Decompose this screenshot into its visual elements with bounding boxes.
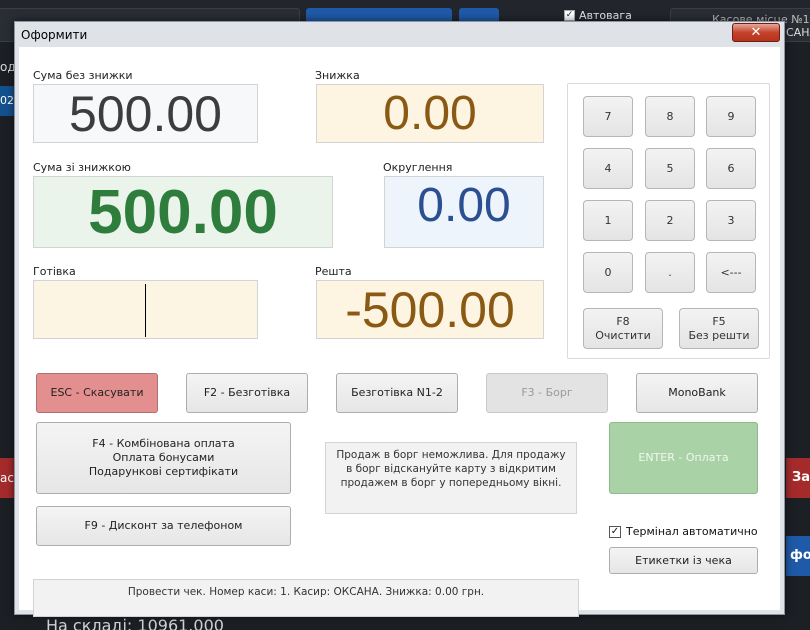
terminal-auto-checkbox[interactable]: ✓	[609, 525, 621, 538]
text-cursor	[145, 284, 146, 337]
key-2[interactable]: 2	[645, 200, 695, 241]
no-change-button-key: F5	[712, 314, 726, 328]
receipt-labels-button[interactable]: Етикетки із чека	[609, 547, 758, 574]
monobank-button[interactable]: MonoBank	[636, 373, 758, 413]
key-4[interactable]: 4	[583, 148, 633, 189]
terminal-auto-label: Термінал автоматично	[626, 525, 758, 538]
numeric-keypad: 7 8 9 4 5 6 1 2 3 0 . <--- F8 Очистити F…	[567, 83, 770, 359]
discount-field: 0.00	[316, 84, 544, 143]
clear-button[interactable]: F8 Очистити	[583, 308, 663, 349]
cash-input[interactable]	[33, 280, 258, 339]
status-message: Провести чек. Номер каси: 1. Касир: ОКСА…	[33, 579, 579, 617]
app-right-red: За	[786, 458, 810, 498]
dialog-titlebar[interactable]: Оформити ✕	[15, 22, 784, 47]
bonus-payment-label: Оплата бонусами	[112, 451, 215, 464]
cash-label: Готівка	[33, 265, 76, 278]
app-kasa-user: САНА	[786, 26, 810, 39]
gift-certificates-label: Подарункові сертифікати	[88, 465, 239, 478]
app-left-red: ас	[0, 458, 14, 498]
clear-button-key: F8	[616, 314, 630, 328]
sum-no-discount-value: 500.00	[69, 85, 222, 142]
checkout-dialog: Оформити ✕ Сума без знижки 500.00 Знижка…	[14, 21, 785, 617]
rounding-value: 0.00	[417, 178, 511, 232]
app-left-blue: 02	[0, 86, 14, 116]
combined-payment-button[interactable]: F4 - Комбінована оплата Оплата бонусами …	[36, 422, 291, 494]
key-3[interactable]: 3	[706, 200, 756, 241]
key-6[interactable]: 6	[706, 148, 756, 189]
debt-info-message: Продаж в борг неможлива. Для продажу в б…	[325, 442, 577, 514]
key-dot[interactable]: .	[645, 252, 695, 293]
debt-button[interactable]: F3 - Борг	[486, 373, 608, 413]
dialog-content: Сума без знижки 500.00 Знижка 0.00 Сума …	[19, 47, 780, 617]
sum-no-discount-field: 500.00	[33, 84, 258, 143]
sum-with-discount-label: Сума зі знижкою	[33, 161, 131, 174]
rounding-label: Округлення	[383, 161, 453, 174]
sum-with-discount-value: 500.00	[88, 177, 278, 247]
app-stock-text: На складі: 10961.000	[46, 616, 224, 630]
key-9[interactable]: 9	[706, 96, 756, 137]
combined-payment-label: F4 - Комбінована оплата	[92, 437, 235, 450]
app-right-blue: фо	[786, 536, 810, 576]
noncash-n12-button[interactable]: Безготівка N1-2	[336, 373, 458, 413]
no-change-button-label: Без решти	[688, 328, 750, 342]
no-change-button[interactable]: F5 Без решти	[679, 308, 759, 349]
close-button[interactable]: ✕	[732, 23, 780, 42]
rounding-field: 0.00	[384, 176, 544, 248]
cancel-button[interactable]: ESC - Скасувати	[36, 373, 158, 413]
key-1[interactable]: 1	[583, 200, 633, 241]
key-5[interactable]: 5	[645, 148, 695, 189]
dialog-title: Оформити	[21, 28, 88, 42]
change-label: Решта	[315, 265, 352, 278]
phone-discount-button[interactable]: F9 - Дисконт за телефоном	[36, 506, 291, 546]
noncash-button[interactable]: F2 - Безготівка	[186, 373, 308, 413]
clear-button-label: Очистити	[595, 328, 651, 342]
key-0[interactable]: 0	[583, 252, 633, 293]
key-backspace[interactable]: <---	[706, 252, 756, 293]
autovaga-checkbox: ✓	[564, 10, 575, 21]
key-8[interactable]: 8	[645, 96, 695, 137]
terminal-auto[interactable]: ✓ Термінал автоматично	[609, 525, 758, 538]
change-field: -500.00	[316, 280, 544, 339]
sum-with-discount-field: 500.00	[33, 176, 333, 248]
key-7[interactable]: 7	[583, 96, 633, 137]
discount-value: 0.00	[383, 87, 477, 140]
pay-button[interactable]: ENTER - Оплата	[609, 422, 758, 494]
sum-no-discount-label: Сума без знижки	[33, 69, 133, 82]
discount-label: Знижка	[315, 69, 360, 82]
change-value: -500.00	[345, 281, 515, 338]
